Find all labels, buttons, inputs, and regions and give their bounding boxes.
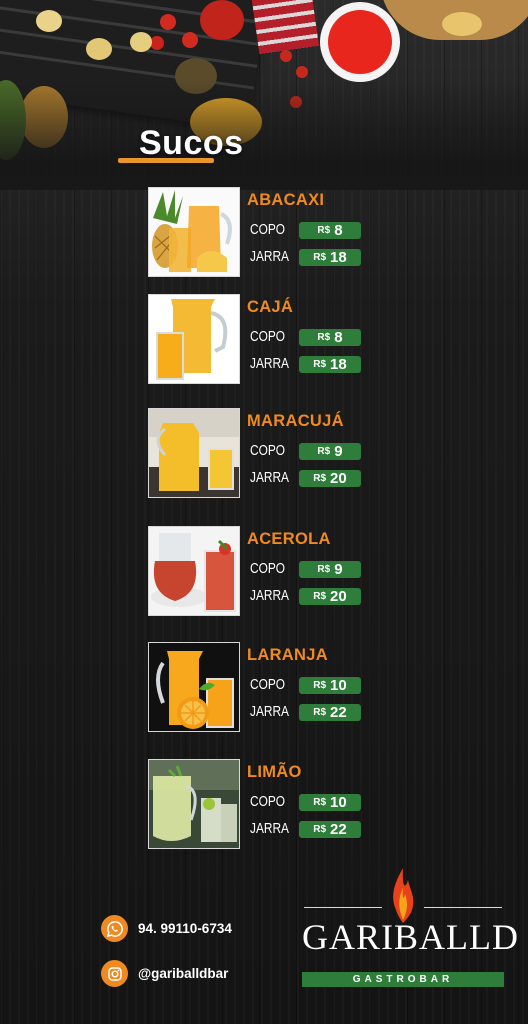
price-value: 22 bbox=[330, 704, 347, 721]
size-label-jarra: JARRA bbox=[250, 249, 289, 265]
price-jarra: R$ 20 bbox=[299, 470, 361, 487]
size-label-jarra: JARRA bbox=[250, 470, 289, 486]
price-copo: R$ 10 bbox=[299, 794, 361, 811]
juice-photo bbox=[148, 408, 240, 498]
juice-photo bbox=[148, 187, 240, 277]
currency-symbol: R$ bbox=[313, 473, 327, 484]
currency-symbol: R$ bbox=[313, 707, 327, 718]
price-value: 10 bbox=[330, 677, 347, 694]
currency-symbol: R$ bbox=[313, 359, 327, 370]
size-label-jarra: JARRA bbox=[250, 588, 289, 604]
juice-name: LIMÃO bbox=[247, 763, 302, 781]
size-label-jarra: JARRA bbox=[250, 821, 289, 837]
price-value: 10 bbox=[330, 794, 347, 811]
price-copo: R$ 10 bbox=[299, 677, 361, 694]
price-value: 8 bbox=[334, 222, 343, 239]
price-value: 20 bbox=[330, 588, 347, 605]
juice-name: ABACAXI bbox=[247, 191, 325, 209]
price-value: 8 bbox=[334, 329, 343, 346]
brand-subtitle: GASTROBAR bbox=[302, 972, 504, 987]
currency-symbol: R$ bbox=[317, 225, 331, 236]
currency-symbol: R$ bbox=[317, 332, 331, 343]
whatsapp-icon bbox=[101, 915, 128, 942]
size-label-copo: COPO bbox=[250, 561, 286, 577]
price-value: 18 bbox=[330, 249, 347, 266]
price-copo: R$ 9 bbox=[299, 443, 361, 460]
size-label-jarra: JARRA bbox=[250, 704, 289, 720]
phone-number: 94. 99110-6734 bbox=[138, 921, 232, 936]
currency-symbol: R$ bbox=[313, 591, 327, 602]
menu-item: ABACAXI COPO R$ 8 JARRA R$ 18 bbox=[148, 187, 378, 279]
size-label-copo: COPO bbox=[250, 677, 286, 693]
phone-contact: 94. 99110-6734 bbox=[101, 915, 232, 942]
price-copo: R$ 9 bbox=[299, 561, 361, 578]
menu-item: ACEROLA COPO R$ 9 JARRA R$ 20 bbox=[148, 526, 378, 618]
price-value: 20 bbox=[330, 470, 347, 487]
price-jarra: R$ 18 bbox=[299, 249, 361, 266]
menu-item: LARANJA COPO R$ 10 JARRA R$ 22 bbox=[148, 642, 378, 734]
instagram-icon bbox=[101, 960, 128, 987]
juice-name: CAJÁ bbox=[247, 298, 294, 316]
juice-name: MARACUJÁ bbox=[247, 412, 344, 430]
instagram-handle: @gariballdbar bbox=[138, 966, 229, 981]
price-jarra: R$ 18 bbox=[299, 356, 361, 373]
menu-item: CAJÁ COPO R$ 8 JARRA R$ 18 bbox=[148, 294, 378, 386]
price-jarra: R$ 22 bbox=[299, 704, 361, 721]
size-label-copo: COPO bbox=[250, 329, 286, 345]
currency-symbol: R$ bbox=[313, 680, 327, 691]
currency-symbol: R$ bbox=[317, 564, 331, 575]
price-value: 22 bbox=[330, 821, 347, 838]
brand-logo: GARIBALLD GASTROBAR bbox=[302, 866, 519, 991]
price-copo: R$ 8 bbox=[299, 222, 361, 239]
price-jarra: R$ 20 bbox=[299, 588, 361, 605]
juice-photo bbox=[148, 294, 240, 384]
currency-symbol: R$ bbox=[313, 252, 327, 263]
size-label-copo: COPO bbox=[250, 443, 286, 459]
menu-item: MARACUJÁ COPO R$ 9 JARRA R$ 20 bbox=[148, 408, 378, 500]
currency-symbol: R$ bbox=[313, 797, 327, 808]
price-value: 9 bbox=[334, 443, 343, 460]
juice-photo bbox=[148, 526, 240, 616]
size-label-copo: COPO bbox=[250, 222, 286, 238]
currency-symbol: R$ bbox=[317, 446, 331, 457]
price-copo: R$ 8 bbox=[299, 329, 361, 346]
menu-item: LIMÃO COPO R$ 10 JARRA R$ 22 bbox=[148, 759, 378, 851]
juice-name: ACEROLA bbox=[247, 530, 331, 548]
size-label-copo: COPO bbox=[250, 794, 286, 810]
juice-photo bbox=[148, 642, 240, 732]
price-value: 18 bbox=[330, 356, 347, 373]
food-header-image bbox=[0, 0, 528, 190]
price-value: 9 bbox=[334, 561, 343, 578]
price-jarra: R$ 22 bbox=[299, 821, 361, 838]
currency-symbol: R$ bbox=[313, 824, 327, 835]
size-label-jarra: JARRA bbox=[250, 356, 289, 372]
title-underline bbox=[118, 158, 214, 163]
juice-name: LARANJA bbox=[247, 646, 328, 664]
juice-photo bbox=[148, 759, 240, 849]
instagram-contact: @gariballdbar bbox=[101, 960, 228, 987]
brand-name: GARIBALLD bbox=[302, 917, 519, 957]
